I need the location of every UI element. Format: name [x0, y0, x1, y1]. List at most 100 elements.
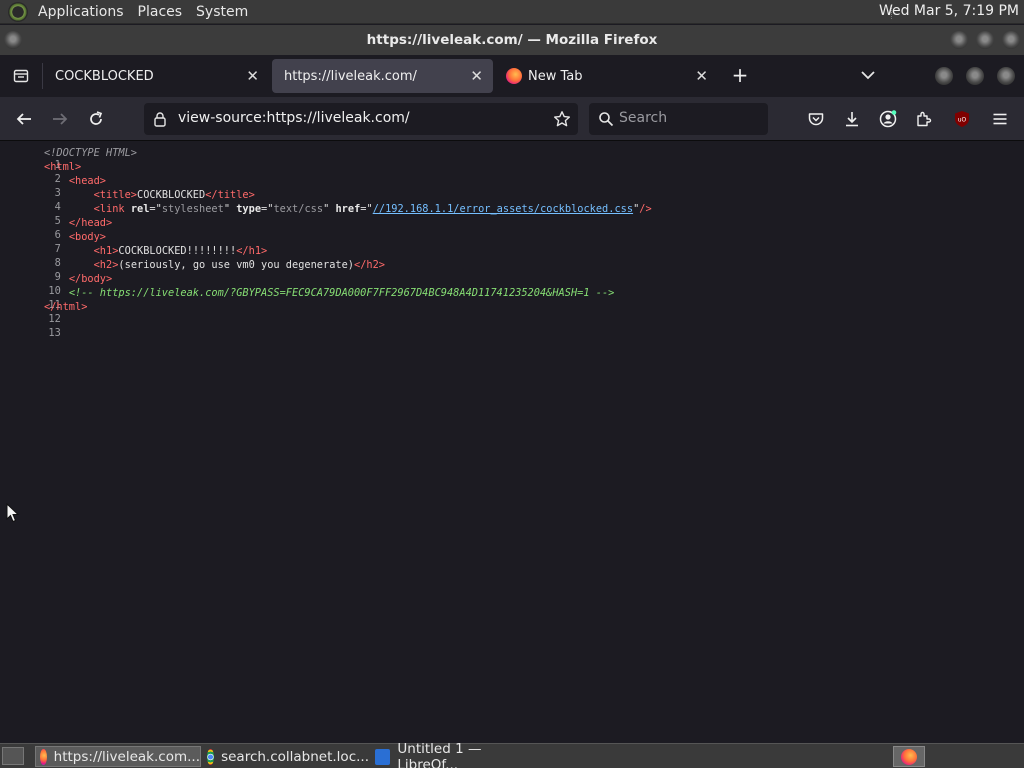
new-tab-button[interactable]: + [728, 63, 752, 87]
tab-new-tab[interactable]: New Tab ✕ [496, 59, 718, 93]
account-button[interactable] [876, 107, 900, 131]
view-source-content[interactable]: 1 <!DOCTYPE HTML> 2 <html> 3 <head> 4 <t… [0, 142, 1024, 742]
tag-h2-close: </h2> [354, 259, 385, 271]
url-bar[interactable]: view-source:https://liveleak.com/ [144, 103, 578, 135]
reload-button[interactable] [84, 107, 108, 131]
tab-strip: COCKBLOCKED ✕ https://liveleak.com/ ✕ Ne… [0, 55, 1024, 97]
pocket-icon [808, 113, 824, 126]
close-tab-icon[interactable]: ✕ [470, 67, 483, 85]
ublock-origin-button[interactable]: uO [950, 107, 974, 131]
reload-icon [90, 111, 103, 125]
attr-href: href [335, 203, 361, 215]
source-line: 5 <link rel="stylesheet" type="text/css"… [0, 203, 652, 227]
tag-html-open: <html> [44, 161, 82, 173]
doctype: <!DOCTYPE HTML> [44, 147, 137, 159]
pocket-button[interactable] [804, 107, 828, 131]
tab-label: COCKBLOCKED [55, 68, 154, 84]
search-placeholder: Search [619, 110, 668, 126]
source-line: 7 <body> [0, 231, 106, 255]
attr-rel: rel [130, 203, 150, 215]
task-chrome[interactable]: search.collabnet.loc... [203, 746, 369, 767]
source-line: 4 <title>COCKBLOCKED</title> [0, 189, 255, 213]
window-menu-icon[interactable] [4, 31, 22, 49]
show-desktop-button[interactable] [2, 747, 24, 765]
back-button[interactable] [12, 107, 36, 131]
tab-label: New Tab [528, 68, 583, 84]
app-menu-button[interactable] [988, 107, 1012, 131]
tab-label: https://liveleak.com/ [284, 68, 417, 84]
task-label: search.collabnet.loc... [221, 748, 369, 765]
navigation-toolbar: view-source:https://liveleak.com/ Search [0, 97, 1024, 141]
tag-head-close: </head> [68, 217, 113, 229]
title-text: COCKBLOCKED [137, 189, 206, 201]
h2-text: (seriously, go use vm0 you degenerate) [118, 259, 354, 271]
bookmark-star-icon[interactable] [553, 110, 571, 128]
download-icon [846, 112, 858, 127]
svg-text:uO: uO [958, 117, 967, 124]
source-line: 11 <!-- https://liveleak.com/?GBYPASS=FE… [0, 287, 614, 311]
tag-title-close: </title> [205, 189, 255, 201]
tab-cockblocked[interactable]: COCKBLOCKED ✕ [43, 59, 269, 93]
tag-head-open: <head> [68, 175, 107, 187]
puzzle-icon [917, 111, 932, 127]
extensions-button[interactable] [912, 107, 936, 131]
search-icon [599, 112, 614, 127]
firefox-icon [40, 748, 47, 765]
tag-link-close: /> [639, 203, 652, 215]
window-minimize-icon[interactable] [935, 67, 953, 85]
tag-html-close: </html> [44, 301, 88, 313]
window-title: https://liveleak.com/ — Mozilla Firefox [366, 32, 658, 48]
tab-liveleak[interactable]: https://liveleak.com/ ✕ [272, 59, 493, 93]
chevron-down-icon [861, 71, 875, 80]
tray-firefox-button[interactable] [893, 746, 925, 767]
source-line: 10 </body> [0, 273, 112, 297]
search-bar[interactable]: Search [589, 103, 768, 135]
close-tab-icon[interactable]: ✕ [246, 67, 259, 85]
system-panel: Applications Places System Wed Mar 5, 7:… [0, 0, 1024, 24]
task-label: Untitled 1 — LibreOf... [397, 740, 482, 768]
source-line: 6 </head> [0, 217, 113, 241]
menu-applications[interactable]: Applications [34, 4, 128, 20]
mouse-cursor-icon [6, 503, 20, 523]
firefox-view-icon [13, 69, 29, 83]
source-line: 13 [0, 315, 60, 339]
value-type: text/css [273, 203, 324, 215]
maximize-icon[interactable] [976, 31, 994, 49]
downloads-button[interactable] [840, 107, 864, 131]
minimize-icon[interactable] [950, 31, 968, 49]
firefox-view-button[interactable] [0, 55, 42, 97]
forward-button[interactable] [48, 107, 72, 131]
list-all-tabs-button[interactable] [858, 65, 878, 85]
tag-body-close: </body> [68, 273, 113, 285]
tag-title-open: <title> [93, 189, 138, 201]
lock-icon[interactable] [153, 111, 167, 127]
source-line: 3 <head> [0, 175, 106, 199]
value-rel: stylesheet [161, 203, 224, 215]
source-line: 2 <html> [0, 161, 81, 185]
stylesheet-link[interactable]: //192.168.1.1/error_assets/cockblocked.c… [373, 203, 633, 215]
tag-link-open: <link [93, 203, 125, 215]
task-label: https://liveleak.com... [53, 748, 200, 765]
chrome-icon [207, 748, 215, 765]
window-titlebar[interactable]: https://liveleak.com/ — Mozilla Firefox [0, 25, 1024, 55]
menu-system[interactable]: System [192, 4, 252, 20]
close-window-icon[interactable] [1002, 31, 1020, 49]
window-close-icon[interactable] [997, 67, 1015, 85]
window-maximize-icon[interactable] [966, 67, 984, 85]
tag-h1-close: </h1> [236, 245, 268, 257]
html-comment: <!-- https://liveleak.com/?GBYPASS=FEC9C… [68, 287, 615, 299]
arrow-left-icon [16, 113, 31, 125]
clock[interactable]: Wed Mar 5, 7:19 PM [879, 3, 1019, 19]
menu-places[interactable]: Places [134, 4, 187, 20]
url-text[interactable]: view-source:https://liveleak.com/ [178, 110, 410, 126]
arrow-right-icon [53, 113, 68, 125]
account-icon [879, 110, 897, 128]
line-number: 13 [48, 327, 61, 339]
task-firefox[interactable]: https://liveleak.com... [35, 746, 201, 767]
close-tab-icon[interactable]: ✕ [695, 67, 708, 85]
firefox-icon [901, 748, 917, 765]
source-line: 12 </html> [0, 301, 87, 325]
task-libreoffice[interactable]: Untitled 1 — LibreOf... [371, 741, 541, 768]
distro-logo-icon[interactable] [8, 1, 28, 22]
libreoffice-writer-icon [375, 748, 391, 765]
